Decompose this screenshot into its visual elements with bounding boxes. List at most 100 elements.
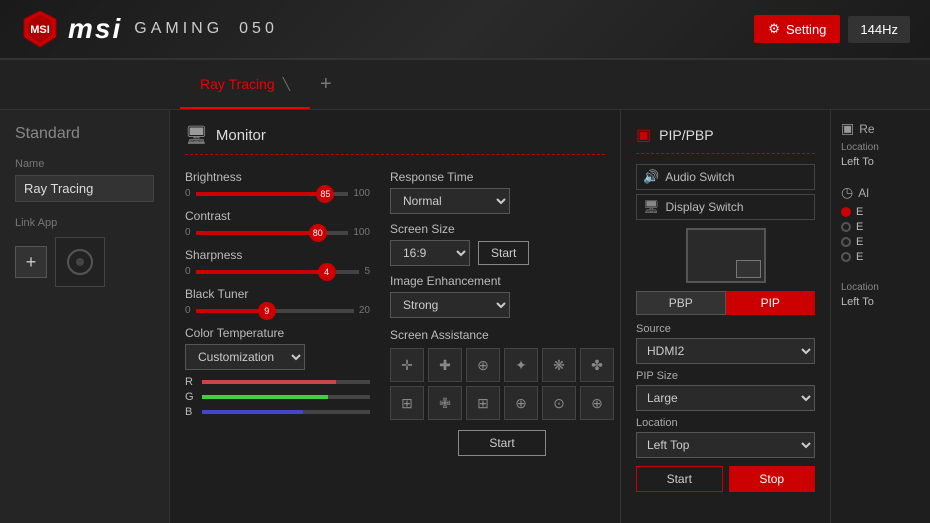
- display-switch-label: Display Switch: [666, 200, 744, 214]
- pip-size-select[interactable]: Large Small Medium: [636, 385, 815, 411]
- pip-start-stop: Start Stop: [636, 466, 815, 492]
- sharpness-group: Sharpness 0 4 5: [185, 248, 370, 277]
- hz-badge: 144Hz: [848, 16, 910, 43]
- tab-ray-tracing[interactable]: Ray Tracing ╲: [180, 60, 310, 109]
- far-right-section2: ◷ Al E E E E: [841, 184, 920, 266]
- black-tuner-thumb[interactable]: 9: [258, 302, 276, 320]
- screen-size-select[interactable]: 16:9 4:3 Auto: [390, 240, 470, 266]
- re-icon: ▣: [841, 120, 854, 137]
- screen-size-row: 16:9 4:3 Auto Start: [390, 240, 614, 266]
- screen-assistance-label: Screen Assistance: [390, 328, 614, 342]
- radio-dot-2: [841, 222, 851, 232]
- screen-assistance-start-button[interactable]: Start: [458, 430, 545, 456]
- black-tuner-min: 0: [185, 305, 191, 316]
- color-temp-label: Color Temperature: [185, 326, 370, 340]
- far-right-section1: ▣ Re Location Left To: [841, 120, 920, 168]
- monitor-section-header: 🖥 Monitor: [185, 125, 605, 155]
- crosshair-btn-2[interactable]: ✚: [428, 348, 462, 382]
- display-switch-row[interactable]: 🖥 Display Switch: [636, 194, 815, 220]
- pip-preview-inner: [736, 260, 761, 278]
- pip-stop-button[interactable]: Stop: [729, 466, 816, 492]
- crosshair-btn-8[interactable]: ✙: [428, 386, 462, 420]
- crosshair-btn-6[interactable]: ✤: [580, 348, 614, 382]
- al-icon: ◷: [841, 184, 853, 201]
- radio-option-1[interactable]: E: [841, 206, 920, 218]
- crosshair-btn-10[interactable]: ⊕: [504, 386, 538, 420]
- audio-icon: 🔊: [643, 169, 659, 185]
- tab-add-button[interactable]: +: [310, 73, 342, 96]
- source-select[interactable]: HDMI2 HDMI1 DP1 DP2: [636, 338, 815, 364]
- al-label: Al: [858, 186, 869, 200]
- brightness-slider[interactable]: 0 85 100: [185, 188, 370, 199]
- channel-g-track[interactable]: [202, 395, 370, 399]
- radio-dot-1: [841, 207, 851, 217]
- add-link-button[interactable]: +: [15, 246, 47, 278]
- sharpness-max: 5: [364, 266, 370, 277]
- msi-logo: MSI msi GAMING 050: [20, 9, 278, 49]
- black-tuner-group: Black Tuner 0 9 20: [185, 287, 370, 316]
- crosshair-btn-3[interactable]: ⊕: [466, 348, 500, 382]
- image-enhancement-select[interactable]: Off Weak Medium Strong Strongest: [390, 292, 510, 318]
- screen-assistance-group: Screen Assistance ✛ ✚ ⊕ ✦ ❋ ✤ ⊞ ✙ ⊞ ⊕ ⊙ …: [390, 328, 614, 456]
- crosshair-btn-5[interactable]: ❋: [542, 348, 576, 382]
- sharpness-min: 0: [185, 266, 191, 277]
- radio-dot-4: [841, 252, 851, 262]
- sidebar-title: Standard: [15, 125, 154, 143]
- far-right-section3: Location Left To: [841, 282, 920, 308]
- screen-size-label: Screen Size: [390, 222, 614, 236]
- radio-option-3[interactable]: E: [841, 236, 920, 248]
- pbp-tab[interactable]: PBP: [636, 291, 726, 315]
- tab-bar: Ray Tracing ╲ +: [0, 60, 930, 110]
- contrast-track: 80: [196, 231, 349, 235]
- black-tuner-max: 20: [359, 305, 370, 316]
- channel-g-fill: [202, 395, 328, 399]
- brightness-min: 0: [185, 188, 191, 199]
- brightness-thumb[interactable]: 85: [316, 185, 334, 203]
- name-input[interactable]: [15, 175, 154, 202]
- audio-switch-row[interactable]: 🔊 Audio Switch: [636, 164, 815, 190]
- model-text: 050: [239, 20, 278, 38]
- contrast-group: Contrast 0 80 100: [185, 209, 370, 238]
- black-tuner-label: Black Tuner: [185, 287, 370, 301]
- crosshair-btn-1[interactable]: ✛: [390, 348, 424, 382]
- crosshair-btn-4[interactable]: ✦: [504, 348, 538, 382]
- radio-option-2[interactable]: E: [841, 221, 920, 233]
- setting-button[interactable]: ⚙ Setting: [754, 15, 840, 43]
- crosshair-grid: ✛ ✚ ⊕ ✦ ❋ ✤ ⊞ ✙ ⊞ ⊕ ⊙ ⊕: [390, 348, 614, 420]
- sharpness-thumb[interactable]: 4: [318, 263, 336, 281]
- crosshair-btn-9[interactable]: ⊞: [466, 386, 500, 420]
- color-temp-select[interactable]: Customization Warm Normal Cool: [185, 344, 305, 370]
- main-layout: Standard Name Link App + 🖥 Monitor: [0, 110, 930, 523]
- pip-tab[interactable]: PIP: [726, 291, 816, 315]
- contrast-thumb[interactable]: 80: [309, 224, 327, 242]
- channel-r-track[interactable]: [202, 380, 370, 384]
- crosshair-btn-12[interactable]: ⊕: [580, 386, 614, 420]
- content-area: 🖥 Monitor Brightness 0 85: [170, 110, 620, 523]
- black-tuner-slider[interactable]: 0 9 20: [185, 305, 370, 316]
- radio-dot-3: [841, 237, 851, 247]
- sharpness-slider[interactable]: 0 4 5: [185, 266, 370, 277]
- pip-start-button[interactable]: Start: [636, 466, 723, 492]
- crosshair-btn-7[interactable]: ⊞: [390, 386, 424, 420]
- image-enhancement-group: Image Enhancement Off Weak Medium Strong…: [390, 274, 614, 318]
- location-select[interactable]: Left Top Right Top Left Bottom Right Bot…: [636, 432, 815, 458]
- contrast-slider[interactable]: 0 80 100: [185, 227, 370, 238]
- radio-label-3: E: [856, 236, 863, 248]
- pip-pbp-panel: ▣ PIP/PBP 🔊 Audio Switch 🖥 Display Switc…: [620, 110, 830, 523]
- contrast-min: 0: [185, 227, 191, 238]
- app-icon: [55, 237, 105, 287]
- tab-close-icon[interactable]: ╲: [283, 77, 290, 91]
- radio-option-4[interactable]: E: [841, 251, 920, 263]
- channel-g-row: G: [185, 391, 370, 403]
- channel-g-label: G: [185, 391, 197, 403]
- channel-b-label: B: [185, 406, 197, 418]
- screen-size-start-button[interactable]: Start: [478, 241, 529, 265]
- channel-b-track[interactable]: [202, 410, 370, 414]
- svg-text:MSI: MSI: [30, 24, 50, 36]
- location1-value: Left To: [841, 156, 920, 168]
- crosshair-btn-11[interactable]: ⊙: [542, 386, 576, 420]
- response-time-select[interactable]: Normal Fast Fastest: [390, 188, 510, 214]
- location1-label: Location: [841, 142, 920, 153]
- pip-panel-header: ▣ PIP/PBP: [636, 125, 815, 154]
- audio-switch-label: Audio Switch: [665, 170, 734, 184]
